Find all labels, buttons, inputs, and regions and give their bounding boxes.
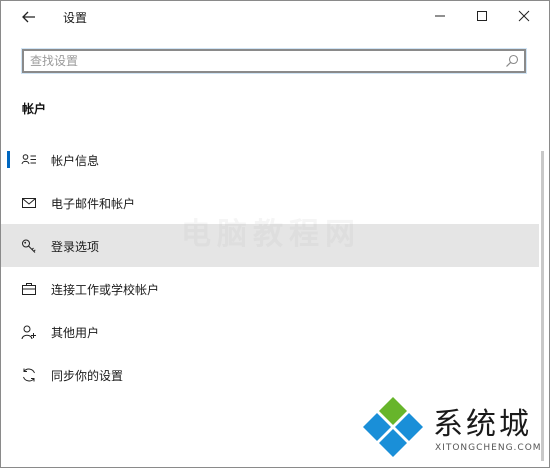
- nav-item-label: 同步你的设置: [51, 369, 124, 383]
- brand-url: XITONGCHENG.COM: [435, 443, 542, 453]
- minimize-icon: [435, 15, 445, 17]
- nav-item-sync-settings[interactable]: 同步你的设置: [1, 353, 539, 396]
- account-nav: 帐户信息 电子邮件和帐户 登录选项 连接工作或学校帐户 其他用户 同步你的设置: [1, 138, 539, 396]
- nav-item-label: 帐户信息: [51, 154, 100, 168]
- site-watermark: 系统城 XITONGCHENG.COM: [361, 395, 547, 465]
- key-icon: [22, 239, 36, 253]
- maximize-button[interactable]: [471, 5, 493, 27]
- nav-item-other-users[interactable]: 其他用户: [1, 310, 539, 353]
- briefcase-icon: [22, 283, 36, 295]
- mail-icon: [22, 198, 36, 208]
- maximize-icon: [477, 11, 487, 21]
- account-info-icon: [21, 154, 36, 165]
- search-box[interactable]: [22, 49, 526, 73]
- nav-item-label: 连接工作或学校帐户: [51, 283, 160, 297]
- settings-window: 设置 帐户: [0, 0, 550, 468]
- nav-item-label: 其他用户: [51, 326, 100, 340]
- search-input[interactable]: [30, 53, 500, 69]
- sync-icon: [23, 368, 35, 382]
- title-bar: 设置: [1, 1, 549, 33]
- minimize-button[interactable]: [429, 5, 451, 27]
- back-button[interactable]: [19, 8, 39, 26]
- nav-item-label: 登录选项: [51, 240, 100, 254]
- brand-logo-icon: [363, 397, 423, 457]
- faint-watermark: 电脑教程网: [181, 217, 361, 252]
- back-arrow-icon: [22, 11, 35, 23]
- brand-name: 系统城: [433, 407, 532, 442]
- section-title: 帐户: [22, 102, 47, 116]
- window-title: 设置: [63, 11, 88, 25]
- close-icon: [518, 10, 530, 22]
- close-button[interactable]: [513, 5, 535, 27]
- nav-item-work-school[interactable]: 连接工作或学校帐户: [1, 267, 539, 310]
- add-person-icon: [21, 325, 36, 340]
- search-icon[interactable]: [505, 54, 519, 68]
- nav-item-account-info[interactable]: 帐户信息: [1, 138, 539, 181]
- nav-item-label: 电子邮件和帐户: [51, 197, 136, 211]
